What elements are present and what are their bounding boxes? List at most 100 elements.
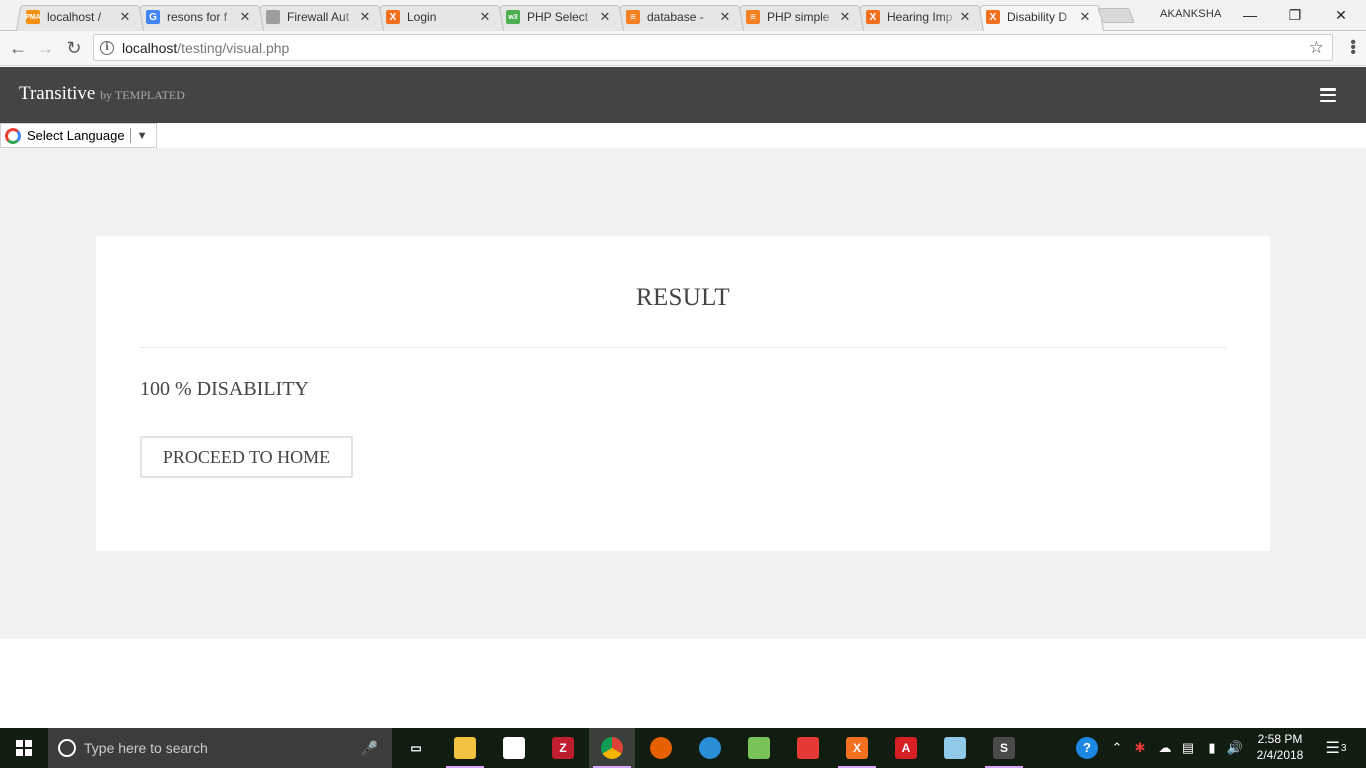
help-icon[interactable]: ?: [1074, 728, 1100, 768]
chrome-icon[interactable]: [589, 728, 635, 768]
reload-icon[interactable]: ↻: [62, 36, 86, 60]
translate-label: Select Language: [27, 128, 125, 143]
notification-count: 3: [1340, 742, 1347, 754]
close-tab-icon[interactable]: ✕: [958, 9, 972, 25]
w3schools-icon: w3: [506, 10, 520, 24]
store-icon[interactable]: [491, 728, 537, 768]
tab-title: localhost /: [47, 10, 102, 24]
tab-title: Hearing Imp: [887, 10, 953, 24]
show-hidden-icons-icon[interactable]: ⌃: [1108, 728, 1126, 768]
google-translate-select[interactable]: Select Language ▼: [0, 123, 157, 148]
dropdown-arrow-icon: ▼: [136, 129, 148, 142]
battery-icon[interactable]: ▮: [1202, 728, 1222, 768]
browser-tab[interactable]: Firewall Aut ✕: [252, 3, 380, 31]
xampp-icon: X: [986, 10, 1000, 24]
close-tab-icon[interactable]: ✕: [118, 9, 132, 25]
close-tab-icon[interactable]: ✕: [238, 9, 252, 25]
proceed-to-home-button[interactable]: PROCEED TO HOME: [140, 436, 353, 478]
web-page: Transitive by TEMPLATED Select Language …: [0, 67, 1366, 728]
acrobat-icon[interactable]: A: [883, 728, 929, 768]
result-card: RESULT 100 % DISABILITY PROCEED TO HOME: [96, 236, 1270, 551]
stackoverflow-icon: ≡: [746, 10, 760, 24]
site-info-icon[interactable]: i: [100, 40, 114, 55]
colors-app-icon[interactable]: [785, 728, 831, 768]
antivirus-tray-icon[interactable]: ✱: [1130, 728, 1150, 768]
document-icon: [266, 10, 280, 24]
network-icon[interactable]: ▤: [1178, 728, 1198, 768]
profile-name[interactable]: AKANKSHA: [1160, 8, 1222, 20]
browser-tab-strip: X Disability D ✕ X Hearing Imp ✕ ≡ PHP simple ✕ ≡…: [0, 0, 1366, 31]
site-header: Transitive by TEMPLATED: [0, 67, 1366, 123]
minimize-icon[interactable]: —: [1227, 0, 1273, 30]
tab-title: PHP simple: [767, 10, 830, 24]
taskbar-search-box[interactable]: Type here to search 🎤: [48, 728, 392, 768]
ubuntu-icon[interactable]: [687, 728, 733, 768]
close-tab-icon[interactable]: ✕: [1078, 9, 1092, 25]
tab-title: Firewall Aut: [287, 10, 350, 24]
back-arrow-icon[interactable]: ←: [6, 36, 30, 60]
browser-tab[interactable]: ≡ PHP simple ✕: [732, 3, 860, 31]
tab-title: resons for f: [167, 10, 228, 24]
close-window-icon[interactable]: ✕: [1318, 0, 1364, 30]
windows-taskbar: Type here to search 🎤 ? ⌃ ✱ ☁ ▤ ▮ 🔊 2:58…: [0, 728, 1366, 768]
action-center-icon[interactable]: ☰ 3: [1318, 728, 1354, 768]
new-tab-button[interactable]: [1097, 8, 1135, 23]
chrome-menu-icon[interactable]: • • •: [1350, 35, 1356, 61]
task-view-icon[interactable]: ▭: [393, 728, 439, 768]
close-tab-icon[interactable]: ✕: [478, 9, 492, 25]
android-studio-icon[interactable]: [736, 728, 782, 768]
file-explorer-icon[interactable]: [442, 728, 488, 768]
xampp-icon: X: [866, 10, 880, 24]
system-clock[interactable]: 2:58 PM 2/4/2018: [1250, 731, 1310, 763]
url-path: /testing/visual.php: [177, 39, 290, 56]
site-logo[interactable]: Transitive by TEMPLATED: [19, 83, 185, 105]
browser-tab[interactable]: X Hearing Imp ✕: [852, 3, 980, 31]
result-title: RESULT: [636, 284, 730, 311]
disability-result: 100 % DISABILITY: [140, 378, 309, 400]
browser-tab[interactable]: ≡ database - ✕: [612, 3, 740, 31]
restore-icon[interactable]: ❐: [1272, 0, 1318, 30]
clock-time: 2:58 PM: [1257, 732, 1303, 746]
browser-tab[interactable]: Gresons for f ✕: [132, 3, 260, 31]
google-icon: G: [146, 10, 160, 24]
address-bar[interactable]: i localhost/testing/visual.php ☆: [93, 34, 1333, 61]
tab-title: Disability D: [1007, 10, 1068, 24]
bookmark-star-icon[interactable]: ☆: [1309, 38, 1324, 58]
close-tab-icon[interactable]: ✕: [718, 9, 732, 25]
firefox-icon[interactable]: [638, 728, 684, 768]
close-tab-icon[interactable]: ✕: [838, 9, 852, 25]
main-section: RESULT 100 % DISABILITY PROCEED TO HOME: [0, 148, 1366, 639]
close-tab-icon[interactable]: ✕: [358, 9, 372, 25]
brand-name: Transitive: [19, 83, 96, 104]
browser-tab[interactable]: PMA localhost / ✕: [12, 3, 140, 31]
close-tab-icon[interactable]: ✕: [598, 9, 612, 25]
browser-toolbar: ← → ↻ i localhost/testing/visual.php ☆ •…: [0, 31, 1366, 66]
notepad-icon[interactable]: [932, 728, 978, 768]
cortana-icon: [58, 739, 76, 757]
phpmyadmin-icon: PMA: [25, 10, 41, 24]
url-host: localhost: [122, 39, 178, 56]
sublime-icon[interactable]: S: [981, 728, 1027, 768]
xampp-taskbar-icon[interactable]: X: [834, 728, 880, 768]
tab-title: database -: [647, 10, 704, 24]
stackoverflow-icon: ≡: [626, 10, 640, 24]
tab-title: PHP Select: [527, 10, 589, 24]
start-button[interactable]: [0, 728, 48, 768]
tab-title: Login: [407, 10, 437, 24]
browser-tab[interactable]: w3 PHP Select ✕: [492, 3, 620, 31]
google-g-icon: [5, 127, 21, 144]
xampp-icon: X: [386, 10, 400, 24]
browser-tab[interactable]: X Login ✕: [372, 3, 500, 31]
volume-icon[interactable]: 🔊: [1224, 728, 1246, 768]
brand-by: by TEMPLATED: [100, 88, 185, 102]
onedrive-icon[interactable]: ☁: [1154, 728, 1176, 768]
windows-logo-icon: [16, 740, 32, 756]
hamburger-menu-icon[interactable]: [1320, 88, 1336, 102]
browser-tab[interactable]: X Disability D ✕: [972, 3, 1100, 31]
microphone-icon[interactable]: 🎤: [361, 740, 378, 757]
clock-date: 2/4/2018: [1256, 748, 1304, 762]
divider: [140, 347, 1226, 348]
search-placeholder: Type here to search: [84, 740, 208, 756]
filezilla-icon[interactable]: Z: [540, 728, 586, 768]
forward-arrow-icon[interactable]: →: [33, 36, 57, 60]
